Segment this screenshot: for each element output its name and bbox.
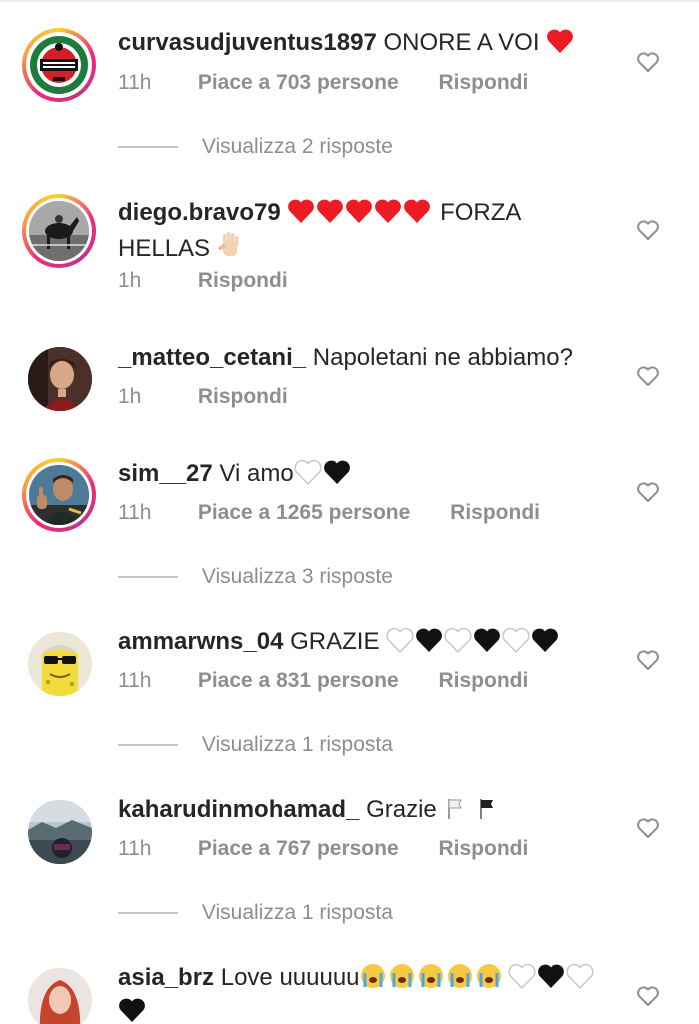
reply-button[interactable]: Rispondi: [198, 269, 288, 292]
comment-meta: 11h Piace a 767 persone Rispondi: [118, 837, 562, 861]
like-heart-icon[interactable]: [636, 50, 660, 74]
comment-body: Love uuuuuu: [220, 964, 360, 991]
red-heart-emoji: [546, 28, 574, 62]
avatar[interactable]: [22, 962, 96, 1024]
comment-time: 11h: [118, 71, 152, 94]
avatar[interactable]: [22, 341, 96, 415]
avatar[interactable]: [22, 626, 96, 700]
person-photo-icon: [28, 347, 92, 411]
comment-text: diego.bravo79 FORZA HELLAS: [118, 198, 548, 268]
curva-sud-juventus-logo-icon: [29, 35, 89, 95]
top-divider: [0, 0, 699, 2]
comment-body: Grazie: [366, 796, 437, 823]
white-black-hearts-emoji: [294, 459, 352, 493]
replies-divider: [118, 912, 178, 915]
comment-time: 11h: [118, 837, 152, 860]
view-replies-label: Visualizza 1 risposta: [201, 733, 393, 756]
comment-username[interactable]: kaharudinmohamad_: [118, 796, 359, 823]
player-thumbs-up-photo-icon: [29, 465, 89, 525]
replies-divider: [118, 146, 178, 149]
comment-username[interactable]: curvasudjuventus1897: [118, 29, 377, 56]
comment-body: Vi amo: [219, 460, 294, 487]
avatar[interactable]: [22, 794, 96, 868]
view-replies-label: Visualizza 1 risposta: [201, 901, 393, 924]
comment-meta: 1h Rispondi: [118, 385, 322, 409]
comment-time: 1h: [118, 385, 142, 408]
comment-text: _matteo_cetani_ Napoletani ne abbiamo?: [118, 343, 623, 373]
comment-body: GRAZIE: [290, 628, 380, 655]
avatar[interactable]: [22, 458, 96, 532]
comment-meta: 1h Rispondi: [118, 269, 322, 293]
likes-count[interactable]: Piace a 767 persone: [198, 837, 399, 860]
like-heart-icon[interactable]: [636, 648, 660, 672]
red-hearts-emoji: [287, 198, 433, 232]
view-replies-label: Visualizza 3 risposte: [201, 565, 393, 588]
comment-text: curvasudjuventus1897 ONORE A VOI: [118, 28, 623, 62]
white-black-hearts-emoji: [507, 963, 598, 997]
like-heart-icon[interactable]: [636, 816, 660, 840]
comment-meta: 11h Piace a 1265 persone Rispondi: [118, 501, 574, 525]
likes-count[interactable]: Piace a 831 persone: [198, 669, 399, 692]
avatar[interactable]: [22, 194, 96, 268]
replies-divider: [118, 744, 178, 747]
like-heart-icon[interactable]: [636, 984, 660, 1008]
comment-meta: 11h Piace a 703 persone Rispondi: [118, 71, 562, 95]
girl-red-hair-photo-icon: [28, 968, 92, 1024]
comment-time: 11h: [118, 501, 152, 524]
reply-button[interactable]: Rispondi: [450, 501, 540, 524]
white-black-hearts-emoji: [386, 627, 562, 661]
comment-meta: 11h Piace a 831 persone Rispondi: [118, 669, 562, 693]
comment-text: kaharudinmohamad_ Grazie: [118, 795, 623, 829]
comment-time: 11h: [118, 669, 152, 692]
view-replies-button[interactable]: Visualizza 1 risposta: [118, 901, 393, 925]
comment-username[interactable]: _matteo_cetani_: [118, 344, 306, 371]
like-heart-icon[interactable]: [636, 364, 660, 388]
black-heart-emoji: [118, 997, 148, 1024]
reply-button[interactable]: Rispondi: [198, 385, 288, 408]
horse-photo-icon: [29, 201, 89, 261]
likes-count[interactable]: Piace a 703 persone: [198, 71, 399, 94]
flags-emoji: [443, 795, 503, 829]
comment-body: Napoletani ne abbiamo?: [312, 344, 573, 371]
landscape-photo-icon: [28, 800, 92, 864]
avatar[interactable]: [22, 28, 96, 102]
comment-username[interactable]: ammarwns_04: [118, 628, 283, 655]
like-heart-icon[interactable]: [636, 218, 660, 242]
comment-time: 1h: [118, 269, 142, 292]
comment-text: sim__27 Vi amo: [118, 459, 623, 493]
comment-username[interactable]: diego.bravo79: [118, 199, 281, 226]
view-replies-label: Visualizza 2 risposte: [201, 135, 393, 158]
comment-text: ammarwns_04 GRAZIE: [118, 627, 623, 661]
comment-username[interactable]: sim__27: [118, 460, 213, 487]
view-replies-button[interactable]: Visualizza 1 risposta: [118, 733, 393, 757]
view-replies-button[interactable]: Visualizza 3 risposte: [118, 565, 393, 589]
like-heart-icon[interactable]: [636, 480, 660, 504]
spongebob-avatar-icon: [28, 632, 92, 696]
reply-button[interactable]: Rispondi: [438, 71, 528, 94]
replies-divider: [118, 576, 178, 579]
reply-button[interactable]: Rispondi: [438, 837, 528, 860]
comment-body: ONORE A VOI: [383, 29, 540, 56]
reply-button[interactable]: Rispondi: [438, 669, 528, 692]
likes-count[interactable]: Piace a 1265 persone: [198, 501, 410, 524]
comment-username[interactable]: asia_brz: [118, 964, 214, 991]
view-replies-button[interactable]: Visualizza 2 risposte: [118, 135, 393, 159]
raised-hand-emoji: [217, 232, 243, 268]
comment-text: asia_brz Love uuuuuu: [118, 963, 608, 1024]
crying-faces-emoji: [360, 963, 508, 997]
